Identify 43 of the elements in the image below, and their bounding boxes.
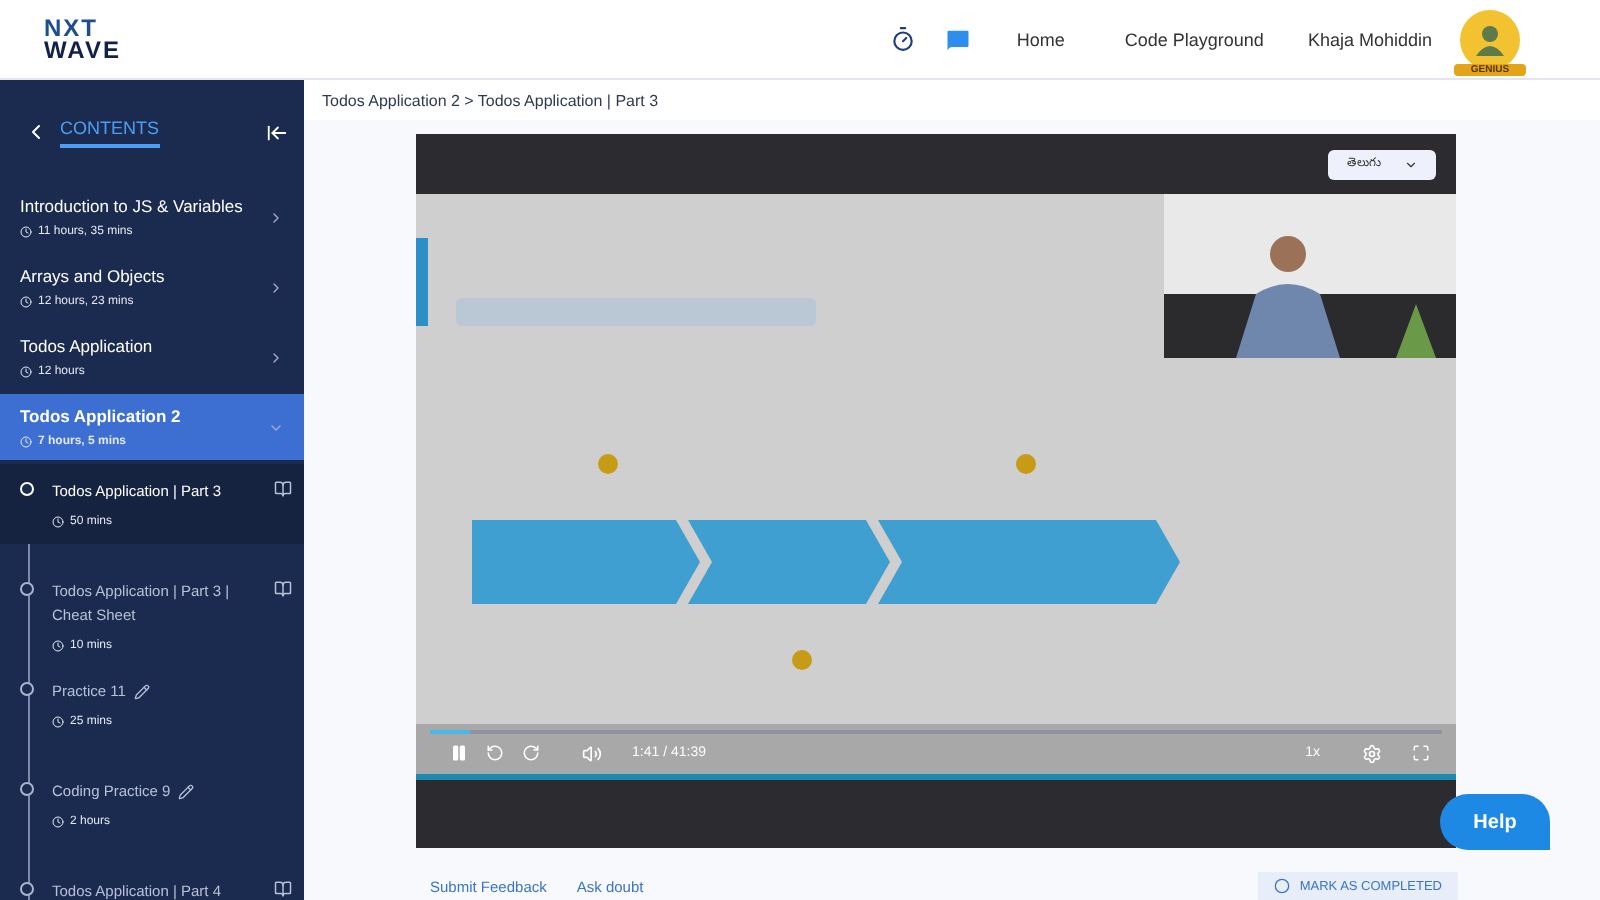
rewind-icon[interactable] <box>486 744 504 763</box>
circle-icon <box>1273 878 1290 894</box>
chat-icon[interactable] <box>944 25 973 53</box>
timeline-dot <box>20 682 34 696</box>
breadcrumb: Todos Application 2 > Todos Application | Part 3 <box>304 80 1600 120</box>
module-title: Introduction to JS & Variables <box>20 196 245 216</box>
module-title: Arrays and Objects <box>20 266 167 286</box>
timeline-dot <box>20 782 34 796</box>
pause-icon[interactable] <box>450 744 468 763</box>
clock-icon <box>20 296 32 308</box>
contents-tab[interactable]: CONTENTS <box>60 117 159 147</box>
clock-icon <box>52 640 64 652</box>
chevron-right-icon <box>268 349 284 365</box>
clock-icon <box>52 816 64 828</box>
settings-icon[interactable] <box>1362 743 1382 764</box>
clock-icon <box>52 516 64 528</box>
forward-icon[interactable] <box>522 744 540 763</box>
help-button[interactable]: Help <box>1440 794 1550 850</box>
book-icon <box>274 580 292 598</box>
clock-icon <box>52 716 64 728</box>
clock-icon <box>20 226 32 238</box>
chevron-down-icon <box>1403 157 1417 171</box>
volume-icon[interactable] <box>582 743 602 764</box>
user-name: Khaja Mohiddin <box>1307 29 1432 49</box>
book-icon <box>274 480 292 498</box>
module-title: Todos Application 2 <box>20 406 183 426</box>
pencil-icon <box>133 684 150 700</box>
module-title: Todos Application <box>20 336 155 356</box>
pencil-icon <box>178 784 195 800</box>
logo[interactable]: NXT WAVE <box>44 17 121 61</box>
timeline-dot <box>20 582 34 596</box>
nav-link[interactable]: Home <box>1016 29 1065 49</box>
stopwatch-icon[interactable] <box>890 26 917 52</box>
collapse-icon[interactable] <box>266 121 288 143</box>
clock-icon <box>20 436 32 448</box>
clock-icon <box>20 366 32 378</box>
book-icon <box>274 880 292 898</box>
person-icon <box>1474 23 1506 55</box>
timeline-dot <box>20 482 34 496</box>
chevron-right-icon <box>268 209 284 225</box>
nav-link[interactable]: Code Playground <box>1124 29 1264 49</box>
fullscreen-icon[interactable] <box>1412 744 1430 763</box>
chevron-right-icon <box>268 279 284 295</box>
